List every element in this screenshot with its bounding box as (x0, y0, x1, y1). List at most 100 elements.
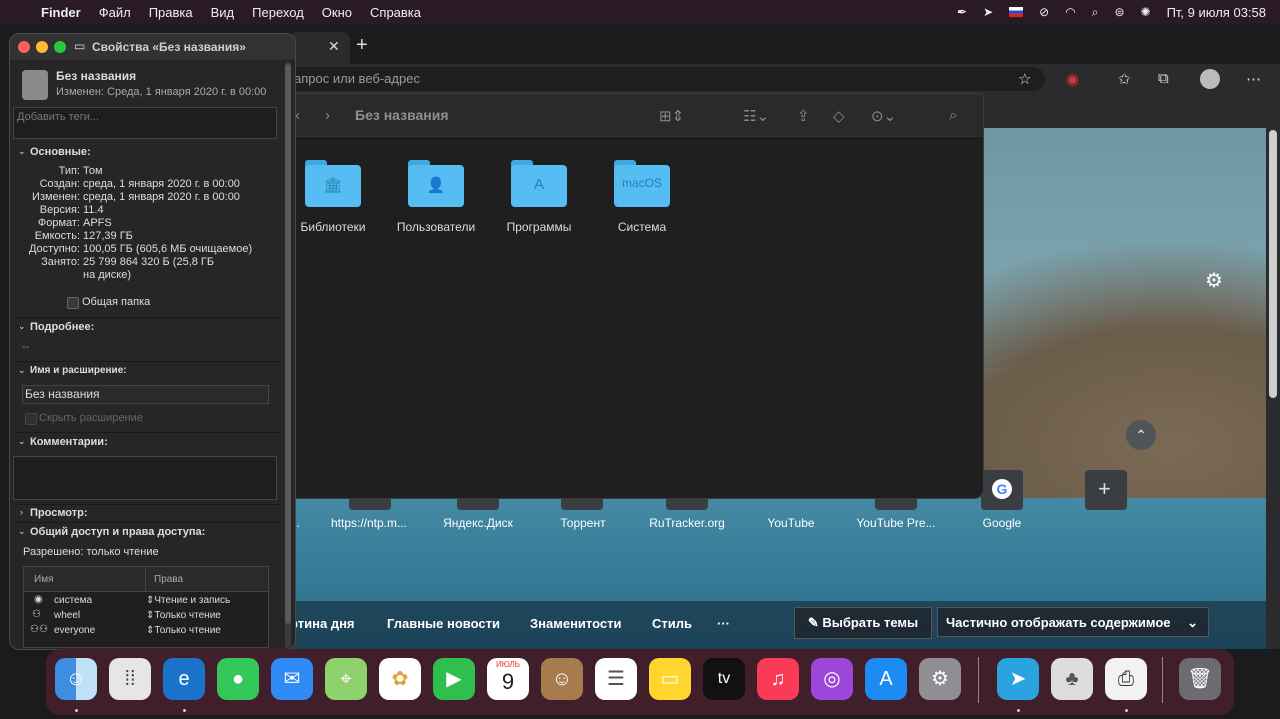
active-tab[interactable] (290, 32, 350, 64)
profile-avatar[interactable] (1200, 69, 1220, 89)
more-menu-icon[interactable]: ⋯ (1246, 70, 1261, 88)
control-center-icon[interactable]: ⊜ (1114, 5, 1124, 19)
content-display-select[interactable]: Частично отображать содержимое ⌄ (937, 607, 1209, 637)
menu-window[interactable]: Окно (313, 5, 361, 20)
menu-go[interactable]: Переход (243, 5, 313, 20)
choose-themes-button[interactable]: ✎ Выбрать темы (794, 607, 932, 639)
mail-icon[interactable]: ✉ (271, 658, 313, 700)
trash-icon[interactable]: 🗑 (1179, 658, 1221, 700)
disclosure-open-icon[interactable]: ⌄ (18, 321, 26, 332)
close-button[interactable] (18, 41, 30, 53)
disclosure-open-icon[interactable]: ⌄ (18, 365, 26, 376)
name-input[interactable]: Без названия (22, 385, 269, 404)
news-tab[interactable]: Главные новости (387, 616, 500, 631)
scroll-up-icon[interactable]: ⌃ (1126, 420, 1156, 450)
minimize-button[interactable] (36, 41, 48, 53)
menu-file[interactable]: Файл (90, 5, 140, 20)
tags-input[interactable]: Добавить теги... (13, 107, 277, 139)
preview-header[interactable]: Просмотр: (30, 507, 88, 519)
appletv-icon[interactable]: tv (703, 658, 745, 700)
basic-header[interactable]: Основные: (30, 146, 91, 158)
shared-folder-checkbox[interactable] (67, 297, 79, 309)
tag-icon[interactable]: ◇ (833, 107, 845, 125)
view-mode-icon[interactable]: ⊞⇕ (659, 107, 684, 125)
music-icon[interactable]: ♫ (757, 658, 799, 700)
maps-icon[interactable]: ⌖ (325, 658, 367, 700)
group-icon[interactable]: ☷⌄ (743, 107, 769, 125)
news-tab[interactable]: Знаменитости (530, 616, 621, 631)
share-icon[interactable]: ⇪ (797, 107, 810, 125)
favorites-icon[interactable]: ✩ (1118, 70, 1131, 88)
perm-name[interactable]: система (54, 595, 92, 606)
contacts-icon[interactable]: ☺ (541, 658, 583, 700)
telegram-status-icon[interactable]: ➤ (983, 5, 993, 19)
scroll-thumb[interactable] (1269, 130, 1277, 398)
folder-libraries[interactable]: 🏛 (305, 160, 361, 208)
telegram-icon[interactable]: ➤ (997, 658, 1039, 700)
podcasts-icon[interactable]: ◎ (811, 658, 853, 700)
tile-label[interactable]: RuTracker.org (642, 516, 732, 530)
action-menu-icon[interactable]: ⊙⌄ (871, 107, 896, 125)
search-icon[interactable]: ⌕ (1092, 5, 1099, 20)
finder-icon[interactable]: ☺ (55, 658, 97, 700)
sharing-header[interactable]: Общий доступ и права доступа: (30, 526, 205, 538)
info-scroll-thumb[interactable] (285, 64, 291, 624)
folder-label[interactable]: Система (587, 220, 697, 234)
favorite-star-icon[interactable]: ☆ (1018, 70, 1031, 88)
folder-system[interactable]: macOS (614, 160, 670, 208)
tile-label[interactable]: YouTube (746, 516, 836, 530)
folder-label[interactable]: Программы (484, 220, 594, 234)
news-tab[interactable]: Стиль (652, 616, 692, 631)
address-input[interactable]: апрос или веб-адрес (290, 67, 1045, 91)
printer-icon[interactable]: ⎙ (1105, 658, 1147, 700)
hide-extension-checkbox[interactable] (25, 413, 37, 425)
comments-input[interactable] (13, 456, 277, 500)
google-tile-icon[interactable]: G (981, 470, 1023, 510)
disclosure-closed-icon[interactable]: › (20, 507, 23, 517)
folder-users[interactable]: 👤 (408, 160, 464, 208)
perm-name[interactable]: wheel (54, 610, 80, 621)
perm-name[interactable]: everyone (54, 625, 95, 636)
page-settings-icon[interactable]: ⚙ (1205, 268, 1223, 293)
tile-label[interactable]: YouTube Pre... (851, 516, 941, 530)
facetime-icon[interactable]: ▶ (433, 658, 475, 700)
clock[interactable]: Пт, 9 июля 03:58 (1167, 5, 1266, 20)
news-more-icon[interactable]: ··· (717, 616, 730, 631)
tile-label[interactable]: https://ntp.m... (324, 516, 414, 530)
tile-label[interactable]: Google (957, 516, 1047, 530)
tile-label[interactable]: Яндекс.Диск (433, 516, 523, 530)
more-header[interactable]: Подробнее: (30, 321, 94, 333)
wifi-icon[interactable]: ◠ (1065, 5, 1075, 19)
add-tile-button[interactable]: + (1085, 470, 1127, 510)
perm-right[interactable]: ⇕Только чтение (146, 625, 221, 636)
menu-edit[interactable]: Правка (140, 5, 202, 20)
messages-icon[interactable]: ● (217, 658, 259, 700)
col-rights[interactable]: Права (154, 574, 183, 585)
tile-label[interactable]: Торрент (538, 516, 628, 530)
disclosure-open-icon[interactable]: ⌄ (18, 526, 26, 537)
siri-icon[interactable]: ✺ (1141, 5, 1151, 19)
disclosure-open-icon[interactable]: ⌄ (18, 436, 26, 447)
perm-right[interactable]: ⇕Чтение и запись (146, 595, 230, 606)
menu-finder[interactable]: Finder (32, 5, 90, 20)
feather-icon[interactable]: ✒ (957, 5, 967, 19)
forward-icon[interactable]: › (325, 107, 330, 124)
network-off-icon[interactable]: ⊘ (1039, 5, 1049, 19)
close-tab-icon[interactable]: ✕ (328, 38, 340, 55)
photos-icon[interactable]: ✿ (379, 658, 421, 700)
input-flag-icon[interactable] (1009, 7, 1024, 17)
appstore-icon[interactable]: A (865, 658, 907, 700)
launchpad-icon[interactable]: ⁞⁞ (109, 658, 151, 700)
perm-right[interactable]: ⇕Только чтение (146, 610, 221, 621)
info-scrollbar[interactable] (285, 62, 291, 648)
folder-label[interactable]: Пользователи (381, 220, 491, 234)
disclosure-open-icon[interactable]: ⌄ (18, 146, 26, 157)
menu-view[interactable]: Вид (202, 5, 244, 20)
edge-icon[interactable]: e (163, 658, 205, 700)
collections-icon[interactable]: ⧉ (1158, 70, 1169, 87)
search-icon[interactable]: ⌕ (949, 107, 957, 124)
page-scrollbar[interactable] (1266, 128, 1280, 649)
zoom-button[interactable] (54, 41, 66, 53)
comments-header[interactable]: Комментарии: (30, 436, 108, 448)
settings-icon[interactable]: ⚙ (919, 658, 961, 700)
